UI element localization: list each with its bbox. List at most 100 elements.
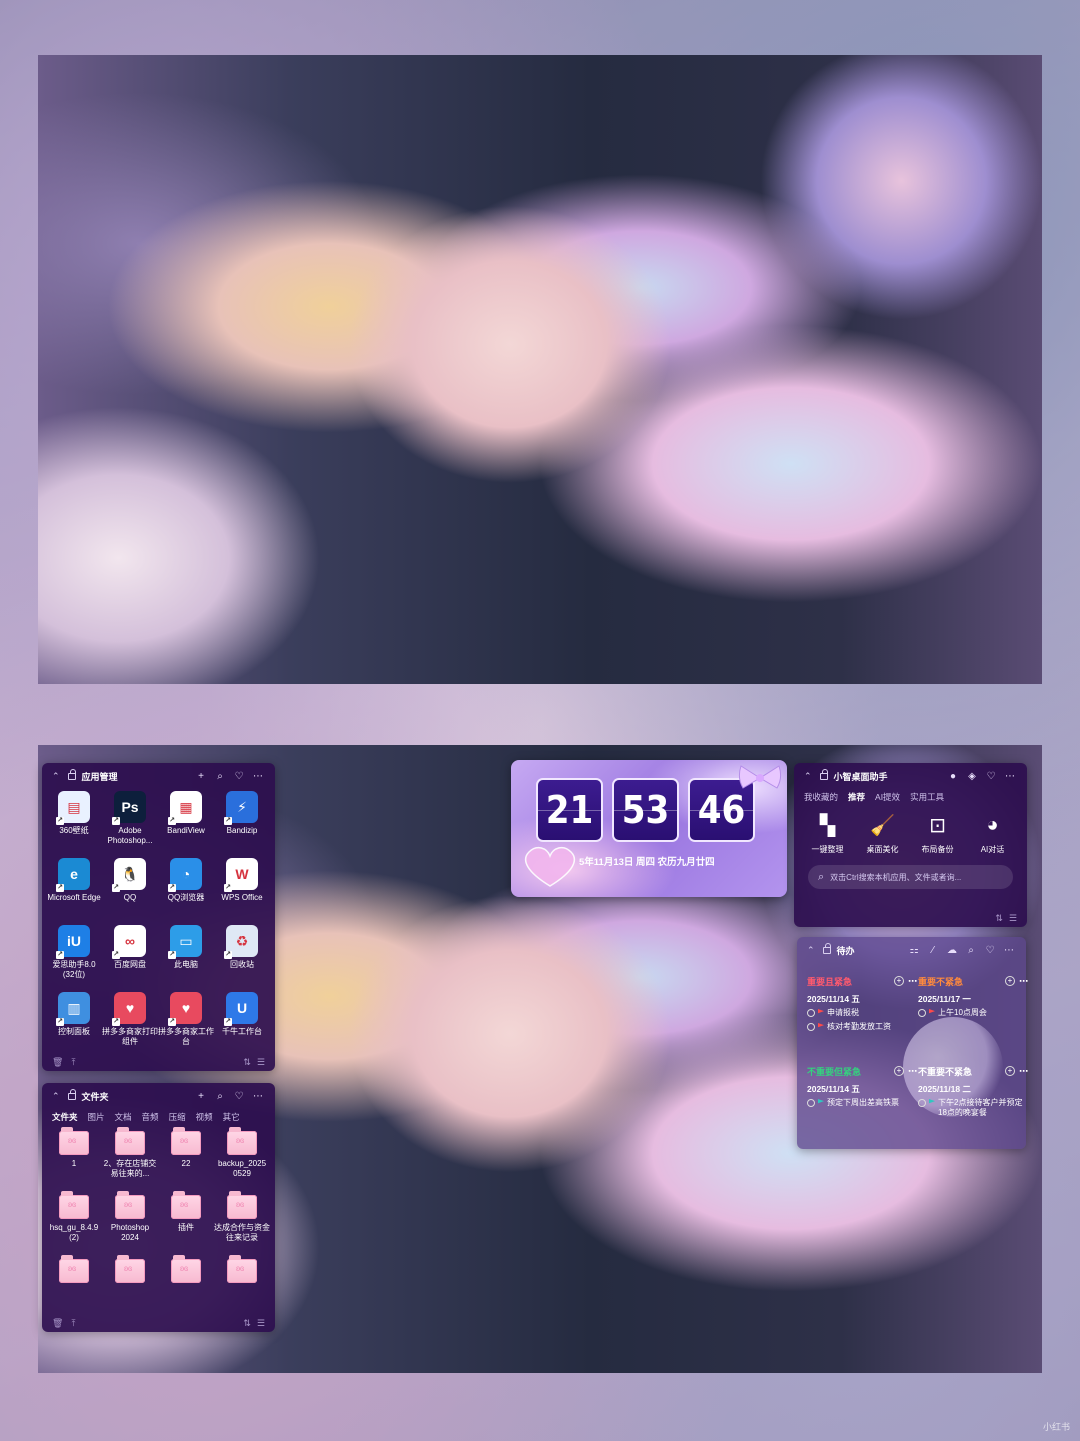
assistant-tab[interactable]: 我收藏的 bbox=[804, 791, 838, 803]
list-view-icon[interactable]: ☰ bbox=[1009, 913, 1017, 924]
list-view-icon[interactable]: ☰ bbox=[257, 1057, 265, 1068]
app-shortcut[interactable]: ♥拼多多商家打印组件 bbox=[102, 990, 158, 1057]
app-shortcut[interactable]: U千牛工作台 bbox=[214, 990, 270, 1057]
app-shortcut[interactable]: PsAdobe Photoshop... bbox=[102, 789, 158, 856]
folder-item[interactable]: 达成合作与资金往来记录 bbox=[214, 1189, 270, 1253]
more-icon[interactable]: ⋯ bbox=[908, 976, 917, 987]
list-view-icon[interactable]: ☰ bbox=[257, 1318, 265, 1329]
add-task-icon[interactable]: + bbox=[894, 1066, 904, 1076]
add-task-icon[interactable]: + bbox=[1005, 1066, 1015, 1076]
more-icon[interactable]: ⋯ bbox=[908, 1066, 917, 1077]
folder-tab[interactable]: 文档 bbox=[115, 1111, 132, 1123]
trash-icon[interactable]: 🗑 bbox=[52, 1318, 63, 1329]
todo-task[interactable]: 预定下周出差高铁票 bbox=[807, 1098, 917, 1108]
flip-clock-widget[interactable]: 21 53 46 5年11月13日 周四 农历九月廿四 bbox=[511, 760, 787, 897]
lock-icon[interactable] bbox=[819, 768, 828, 780]
assistant-tab[interactable]: 实用工具 bbox=[910, 791, 944, 803]
folder-tab[interactable]: 其它 bbox=[223, 1111, 240, 1123]
task-checkbox[interactable] bbox=[807, 1023, 815, 1031]
folder-icon bbox=[59, 1191, 89, 1219]
task-checkbox[interactable] bbox=[807, 1009, 815, 1017]
sort-icon[interactable]: ⇅ bbox=[243, 1318, 251, 1329]
lock-icon[interactable] bbox=[67, 768, 76, 780]
folder-tab[interactable]: 音频 bbox=[142, 1111, 159, 1123]
shirt-icon[interactable]: ♡ bbox=[983, 945, 997, 956]
lock-icon[interactable] bbox=[67, 1088, 76, 1100]
folder-tab[interactable]: 视频 bbox=[196, 1111, 213, 1123]
todo-task[interactable]: 申请报税 bbox=[807, 1008, 917, 1018]
folder-item[interactable]: backup_2025 0529 bbox=[214, 1125, 270, 1189]
todo-task[interactable]: 核对考勤发放工资 bbox=[807, 1022, 917, 1032]
folder-tab[interactable]: 文件夹 bbox=[52, 1111, 78, 1123]
folder-item[interactable]: 22 bbox=[158, 1125, 214, 1189]
assistant-tool[interactable]: ▚ 一键整理 bbox=[800, 811, 855, 855]
avatar-icon[interactable]: ● bbox=[946, 771, 960, 782]
assistant-search-bar[interactable]: ⌕ 双击Ctrl搜索本机应用、文件或者询... bbox=[808, 865, 1013, 889]
folder-item[interactable]: hsq_gu_8.4.9 (2) bbox=[46, 1189, 102, 1253]
sort-icon[interactable]: ⇅ bbox=[243, 1057, 251, 1068]
search-icon[interactable]: ⌕ bbox=[213, 771, 227, 782]
app-shortcut[interactable]: iU爱思助手8.0 (32位) bbox=[46, 923, 102, 990]
app-shortcut[interactable]: ▤360壁纸 bbox=[46, 789, 102, 856]
app-shortcut[interactable]: ▥控制面板 bbox=[46, 990, 102, 1057]
more-icon[interactable]: ⋯ bbox=[1019, 1066, 1028, 1077]
magic-wand-icon[interactable]: ⁄ bbox=[926, 945, 940, 956]
assistant-tab[interactable]: AI提效 bbox=[875, 791, 900, 803]
collapse-chevron-icon[interactable]: ⌃ bbox=[807, 945, 815, 956]
collapse-chevron-icon[interactable]: ⌃ bbox=[804, 771, 812, 782]
folder-tab[interactable]: 压缩 bbox=[169, 1111, 186, 1123]
more-icon[interactable]: ⋯ bbox=[1019, 976, 1028, 987]
layers-icon[interactable]: ◈ bbox=[965, 771, 979, 782]
folder-item[interactable] bbox=[214, 1253, 270, 1317]
app-shortcut[interactable]: ⚡Bandizip bbox=[214, 789, 270, 856]
todo-task[interactable]: 下午2点接待客户并预定18点的晚宴餐 bbox=[918, 1098, 1028, 1118]
todo-task[interactable]: 上午10点周会 bbox=[918, 1008, 1028, 1018]
lock-icon[interactable] bbox=[822, 942, 831, 954]
app-shortcut[interactable]: ♥拼多多商家工作台 bbox=[158, 990, 214, 1057]
search-icon[interactable]: ⌕ bbox=[213, 1091, 227, 1102]
app-shortcut[interactable]: eMicrosoft Edge bbox=[46, 856, 102, 923]
app-shortcut[interactable]: WWPS Office bbox=[214, 856, 270, 923]
add-task-icon[interactable]: + bbox=[894, 976, 904, 986]
shirt-icon[interactable]: ♡ bbox=[232, 771, 246, 782]
app-shortcut[interactable]: ▦BandiView bbox=[158, 789, 214, 856]
folder-item[interactable]: Photoshop 2024 bbox=[102, 1189, 158, 1253]
more-icon[interactable]: ⋯ bbox=[251, 1091, 265, 1102]
app-shortcut[interactable]: ∞百度网盘 bbox=[102, 923, 158, 990]
task-checkbox[interactable] bbox=[918, 1099, 926, 1107]
shirt-icon[interactable]: ♡ bbox=[984, 771, 998, 782]
assistant-tool[interactable]: ⊡ 布局备份 bbox=[910, 811, 965, 855]
sort-icon[interactable]: ⇅ bbox=[995, 913, 1003, 924]
assistant-tab[interactable]: 推荐 bbox=[848, 791, 865, 803]
folder-item[interactable] bbox=[102, 1253, 158, 1317]
app-shortcut[interactable]: ▭此电脑 bbox=[158, 923, 214, 990]
pin-top-icon[interactable]: ⤒ bbox=[71, 1057, 75, 1068]
add-icon[interactable]: + bbox=[194, 1091, 208, 1102]
more-icon[interactable]: ⋯ bbox=[1002, 945, 1016, 956]
search-icon[interactable]: ⌕ bbox=[964, 945, 978, 956]
app-shortcut[interactable]: 🐧QQ bbox=[102, 856, 158, 923]
pin-top-icon[interactable]: ⤒ bbox=[71, 1318, 75, 1329]
app-shortcut[interactable]: ◔QQ浏览器 bbox=[158, 856, 214, 923]
folder-tab[interactable]: 图片 bbox=[88, 1111, 105, 1123]
grid-view-icon[interactable]: ⚏ bbox=[907, 945, 921, 956]
folder-item[interactable] bbox=[46, 1253, 102, 1317]
collapse-chevron-icon[interactable]: ⌃ bbox=[52, 771, 60, 782]
task-checkbox[interactable] bbox=[807, 1099, 815, 1107]
more-icon[interactable]: ⋯ bbox=[1003, 771, 1017, 782]
assistant-tool[interactable]: ◕ AI对话 bbox=[965, 811, 1020, 855]
cloud-icon[interactable]: ☁ bbox=[945, 945, 959, 956]
task-checkbox[interactable] bbox=[918, 1009, 926, 1017]
folder-item[interactable] bbox=[158, 1253, 214, 1317]
trash-icon[interactable]: 🗑 bbox=[52, 1057, 63, 1068]
collapse-chevron-icon[interactable]: ⌃ bbox=[52, 1091, 60, 1102]
assistant-tool[interactable]: 🧹 桌面美化 bbox=[855, 811, 910, 855]
folder-item[interactable]: 插件 bbox=[158, 1189, 214, 1253]
add-task-icon[interactable]: + bbox=[1005, 976, 1015, 986]
add-icon[interactable]: + bbox=[194, 771, 208, 782]
shirt-icon[interactable]: ♡ bbox=[232, 1091, 246, 1102]
folder-item[interactable]: 1 bbox=[46, 1125, 102, 1189]
more-icon[interactable]: ⋯ bbox=[251, 771, 265, 782]
app-shortcut[interactable]: ♻回收站 bbox=[214, 923, 270, 990]
folder-item[interactable]: 2、存在店铺交易往来的... bbox=[102, 1125, 158, 1189]
